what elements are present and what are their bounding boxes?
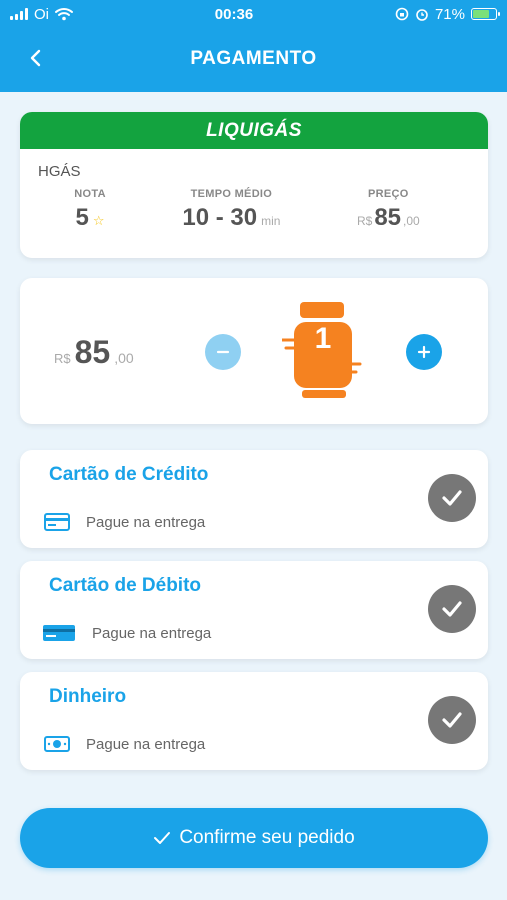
total-price: R$ 85 ,00 bbox=[54, 334, 134, 371]
page-title: PAGAMENTO bbox=[190, 48, 317, 69]
rating-stat: NOTA 5 ☆ bbox=[74, 188, 106, 232]
confirm-order-button[interactable]: Confirme seu pedido bbox=[20, 808, 488, 868]
payment-description: Pague na entrega bbox=[86, 736, 206, 753]
brand-name: LIQUIGÁS bbox=[206, 119, 302, 141]
total-currency: R$ bbox=[54, 351, 71, 366]
app-header: Oi 00:36 71% PAGAMENTO bbox=[0, 0, 507, 92]
signal-icon bbox=[10, 8, 28, 20]
battery-icon bbox=[471, 8, 500, 20]
payment-description: Pague na entrega bbox=[86, 514, 206, 531]
rating-value: 5 bbox=[75, 204, 89, 231]
price-stat: PREÇO R$ 85 ,00 bbox=[357, 188, 420, 232]
payment-title: Dinheiro bbox=[49, 686, 127, 707]
confirm-label: Confirme seu pedido bbox=[179, 827, 355, 848]
payment-option-credit[interactable]: Cartão de Crédito Pague na entrega bbox=[20, 450, 488, 548]
status-bar: Oi 00:36 71% bbox=[0, 0, 507, 28]
time-value-row: 10 - 30 min bbox=[182, 204, 280, 232]
price-currency: R$ bbox=[356, 214, 373, 228]
rating-value-row: 5 ☆ bbox=[76, 204, 105, 232]
gas-cylinder-icon bbox=[282, 302, 362, 398]
cash-icon bbox=[44, 736, 70, 752]
status-bar-left: Oi bbox=[10, 6, 73, 23]
battery-fill bbox=[473, 10, 489, 18]
minus-icon bbox=[216, 350, 230, 354]
stats-row: NOTA 5 ☆ TEMPO MÉDIO 10 - 30 min PREÇO R… bbox=[20, 180, 488, 232]
distributor-card: LIQUIGÁS HGÁS NOTA 5 ☆ TEMPO MÉDIO 10 - … bbox=[20, 112, 488, 258]
rotation-lock-icon bbox=[395, 7, 409, 21]
back-button[interactable] bbox=[22, 44, 50, 72]
total-value: 85 bbox=[74, 334, 111, 370]
alarm-icon bbox=[416, 9, 428, 21]
brand-banner: LIQUIGÁS bbox=[20, 112, 488, 149]
star-icon: ☆ bbox=[92, 213, 105, 228]
wifi-icon bbox=[55, 8, 73, 21]
select-check-button[interactable] bbox=[428, 696, 476, 744]
time-unit: min bbox=[261, 214, 281, 228]
check-icon bbox=[442, 712, 462, 728]
price-cents: ,00 bbox=[403, 214, 420, 228]
quantity-card: R$ 85 ,00 1 bbox=[20, 278, 488, 424]
payment-description: Pague na entrega bbox=[92, 625, 212, 642]
total-cents: ,00 bbox=[114, 350, 134, 366]
check-icon bbox=[442, 601, 462, 617]
price-value-row: R$ 85 ,00 bbox=[357, 204, 420, 232]
credit-card-icon bbox=[44, 513, 70, 531]
payment-title: Cartão de Crédito bbox=[49, 464, 209, 485]
status-time: 00:36 bbox=[214, 5, 254, 23]
plus-icon bbox=[417, 345, 431, 359]
decrease-quantity-button[interactable] bbox=[205, 334, 241, 370]
seller-name: HGÁS bbox=[38, 163, 81, 180]
time-stat: TEMPO MÉDIO 10 - 30 min bbox=[182, 188, 280, 232]
check-icon bbox=[154, 832, 171, 844]
chevron-left-icon bbox=[30, 49, 41, 67]
payment-option-cash[interactable]: Dinheiro Pague na entrega bbox=[20, 672, 488, 770]
rating-label: NOTA bbox=[74, 188, 106, 200]
payment-option-debit[interactable]: Cartão de Débito Pague na entrega bbox=[20, 561, 488, 659]
carrier-name: Oi bbox=[34, 5, 49, 23]
time-value: 10 - 30 bbox=[182, 204, 258, 231]
select-check-button[interactable] bbox=[428, 585, 476, 633]
battery-percent: 71% bbox=[434, 5, 465, 23]
price-label: PREÇO bbox=[368, 188, 409, 200]
time-label: TEMPO MÉDIO bbox=[190, 188, 273, 200]
check-icon bbox=[442, 490, 462, 506]
nav-bar: PAGAMENTO bbox=[0, 38, 507, 80]
select-check-button[interactable] bbox=[428, 474, 476, 522]
increase-quantity-button[interactable] bbox=[406, 334, 442, 370]
price-value: 85 bbox=[374, 204, 402, 231]
status-bar-right: 71% bbox=[395, 5, 500, 23]
debit-card-icon bbox=[43, 625, 75, 641]
payment-title: Cartão de Débito bbox=[49, 575, 202, 596]
